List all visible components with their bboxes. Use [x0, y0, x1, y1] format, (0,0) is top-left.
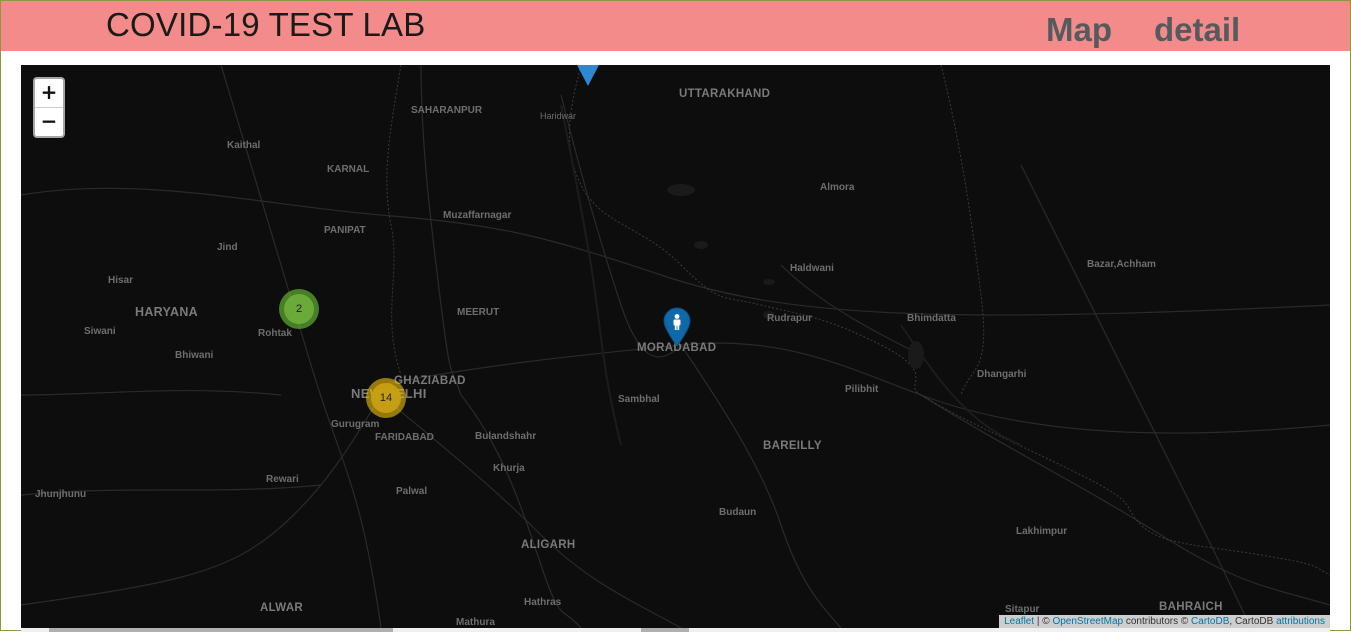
nav-map-link[interactable]: Map — [1046, 11, 1112, 49]
place-label: Bhimdatta — [907, 313, 956, 324]
place-label: Hisar — [108, 275, 134, 286]
place-label: PANIPAT — [324, 225, 366, 236]
cartodb-link[interactable]: CartoDB — [1191, 616, 1229, 627]
place-label: Gurugram — [331, 419, 380, 430]
nav-detail-link[interactable]: detail — [1154, 11, 1240, 49]
place-label: Budaun — [719, 507, 757, 518]
place-label: ALWAR — [260, 602, 304, 614]
place-label: ALIGARH — [521, 539, 576, 551]
place-label: Jhunjhunu — [35, 489, 87, 500]
place-label: BAREILLY — [763, 440, 822, 452]
map-marker-icon[interactable] — [662, 307, 692, 347]
place-label: Rewari — [266, 474, 299, 485]
place-label: Dhangarhi — [977, 369, 1027, 380]
attribution-sep: | © — [1034, 616, 1053, 627]
leaflet-link[interactable]: Leaflet — [1004, 616, 1034, 627]
zoom-in-button[interactable]: + — [35, 79, 63, 108]
map-attribution: Leaflet | © OpenStreetMap contributors ©… — [999, 615, 1330, 628]
place-label: Kaithal — [227, 140, 261, 151]
place-label: Haridwar — [540, 111, 577, 121]
place-label: Rudrapur — [767, 313, 812, 324]
zoom-control: + − — [33, 77, 65, 138]
scrollbar-thumb[interactable] — [49, 628, 393, 632]
place-label: Sitapur — [1005, 604, 1040, 615]
place-label: Pilibhit — [845, 384, 879, 395]
place-label: SAHARANPUR — [411, 105, 483, 116]
place-label: Palwal — [396, 486, 428, 497]
cluster-count: 2 — [284, 294, 314, 324]
place-label: Sambhal — [618, 394, 660, 405]
place-label: Lakhimpur — [1016, 526, 1068, 537]
place-label: Muzaffarnagar — [443, 210, 512, 221]
scrollbar-thumb-secondary[interactable] — [641, 628, 689, 632]
place-label: Bhiwani — [175, 350, 214, 361]
horizontal-scrollbar[interactable] — [21, 628, 1330, 632]
cluster-count: 14 — [371, 383, 401, 413]
place-label: KARNAL — [327, 164, 370, 175]
place-label: MEERUT — [457, 307, 500, 318]
zoom-out-button[interactable]: − — [35, 108, 63, 136]
attribution-contrib: contributors © — [1123, 616, 1192, 627]
place-label: Bulandshahr — [475, 431, 537, 442]
place-label: Mathura — [456, 617, 495, 628]
place-label: FARIDABAD — [375, 432, 434, 443]
place-label: Bazar,Achham — [1087, 259, 1156, 270]
place-label: Siwani — [84, 326, 116, 337]
place-label: UTTARAKHAND — [679, 88, 771, 100]
place-label: HARYANA — [135, 305, 198, 319]
place-label: Rohtak — [258, 328, 292, 339]
osm-link[interactable]: OpenStreetMap — [1052, 616, 1123, 627]
map-marker-partial[interactable] — [576, 65, 600, 87]
place-label: Jind — [217, 242, 238, 253]
place-label: Hathras — [524, 597, 562, 608]
map-view[interactable]: UTTARAKHAND SAHARANPUR Haridwar Kaithal … — [21, 65, 1330, 628]
place-label: Khurja — [493, 463, 525, 474]
marker-cluster-medium[interactable]: 14 — [366, 378, 406, 418]
marker-cluster-small[interactable]: 2 — [279, 289, 319, 329]
place-label: BAHRAICH — [1159, 601, 1223, 613]
attributions-link[interactable]: attributions — [1276, 616, 1325, 627]
app-title: COVID-19 TEST LAB — [106, 6, 426, 43]
app-header: COVID-19 TEST LAB Map detail — [1, 1, 1350, 51]
place-label: Almora — [820, 182, 855, 193]
place-label: Haldwani — [790, 263, 834, 274]
attribution-cartodb-text: , CartoDB — [1229, 616, 1277, 627]
